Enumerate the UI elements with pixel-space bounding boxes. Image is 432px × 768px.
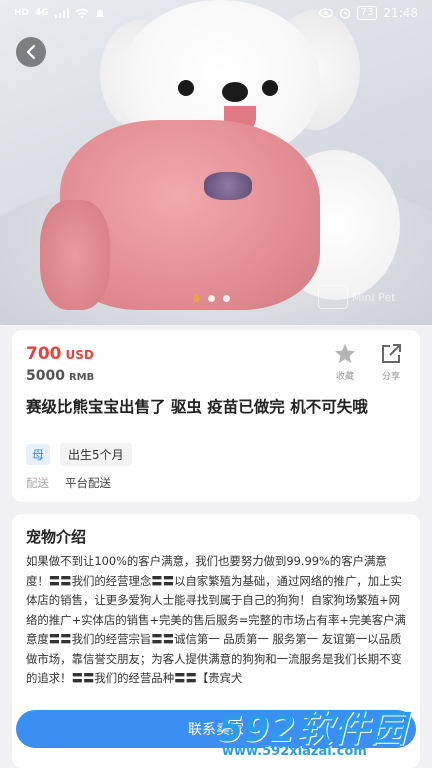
battery-level: 73 [356, 6, 378, 20]
share-button[interactable]: 分享 [374, 342, 408, 382]
signal-icon [54, 8, 69, 18]
price-rmb-value: 5000 [26, 368, 65, 384]
intro-heading: 宠物介绍 [26, 528, 87, 546]
dog-eye-right [262, 80, 278, 96]
age-tag: 出生5个月 [60, 443, 132, 466]
watermark-logo [318, 285, 348, 309]
favorite-button[interactable]: 收藏 [328, 342, 362, 382]
price-rmb-currency: RMB [68, 372, 95, 383]
tag-row: 母 出生5个月 [26, 443, 132, 466]
watermark-text: Mini Pet [352, 290, 396, 304]
dog-eye-left [178, 80, 194, 96]
site-watermark: 592软件园 www.592xiazai.com [212, 700, 432, 768]
price-usd-value: 700 [26, 344, 62, 364]
status-bar: HD 4G 73 21:48 [0, 0, 432, 26]
star-icon [335, 344, 355, 363]
network-label: 4G [35, 8, 49, 18]
delivery-key: 配送 [26, 476, 49, 490]
delivery-value: 平台配送 [65, 476, 111, 490]
chevron-left-icon [26, 45, 36, 59]
wifi-icon [75, 8, 89, 18]
eye-icon [318, 8, 333, 18]
alarm-icon [339, 8, 350, 19]
back-button[interactable] [16, 37, 46, 67]
share-label: 分享 [381, 372, 400, 382]
listing-summary-card: 700 USD 5000 RMB 收藏 分享 赛级比熊宝宝出售了 驱虫 疫苗已做… [12, 330, 420, 502]
dog-nose [222, 82, 248, 102]
bell-icon [95, 9, 104, 17]
favorite-label: 收藏 [335, 372, 354, 382]
price-usd-currency: USD [65, 348, 94, 362]
share-icon [382, 344, 401, 363]
signal-label: HD [14, 8, 30, 18]
gender-tag: 母 [26, 444, 51, 465]
pink-sweater-arm [40, 200, 110, 310]
carousel-dot [193, 295, 200, 302]
delivery-row: 配送 平台配送 [26, 475, 111, 491]
sweater-patch [204, 172, 252, 200]
photo-watermark: Mini Pet [318, 285, 395, 309]
carousel-dot [223, 295, 230, 302]
pet-photo-carousel[interactable]: Mini Pet [0, 0, 432, 325]
price-usd: 700 USD [26, 344, 94, 364]
listing-title: 赛级比熊宝宝出售了 驱虫 疫苗已做完 机不可失哦 [26, 398, 368, 416]
carousel-dot [208, 295, 215, 302]
intro-text: 如果做不到让100%的客户满意，我们也要努力做到99.99%的客户满意度！〓〓我… [26, 554, 406, 685]
clock: 21:48 [383, 6, 418, 20]
site-watermark-url: www.592xiazai.com [222, 744, 367, 759]
price-rmb: 5000 RMB [26, 368, 94, 384]
carousel-indicator [193, 295, 230, 302]
